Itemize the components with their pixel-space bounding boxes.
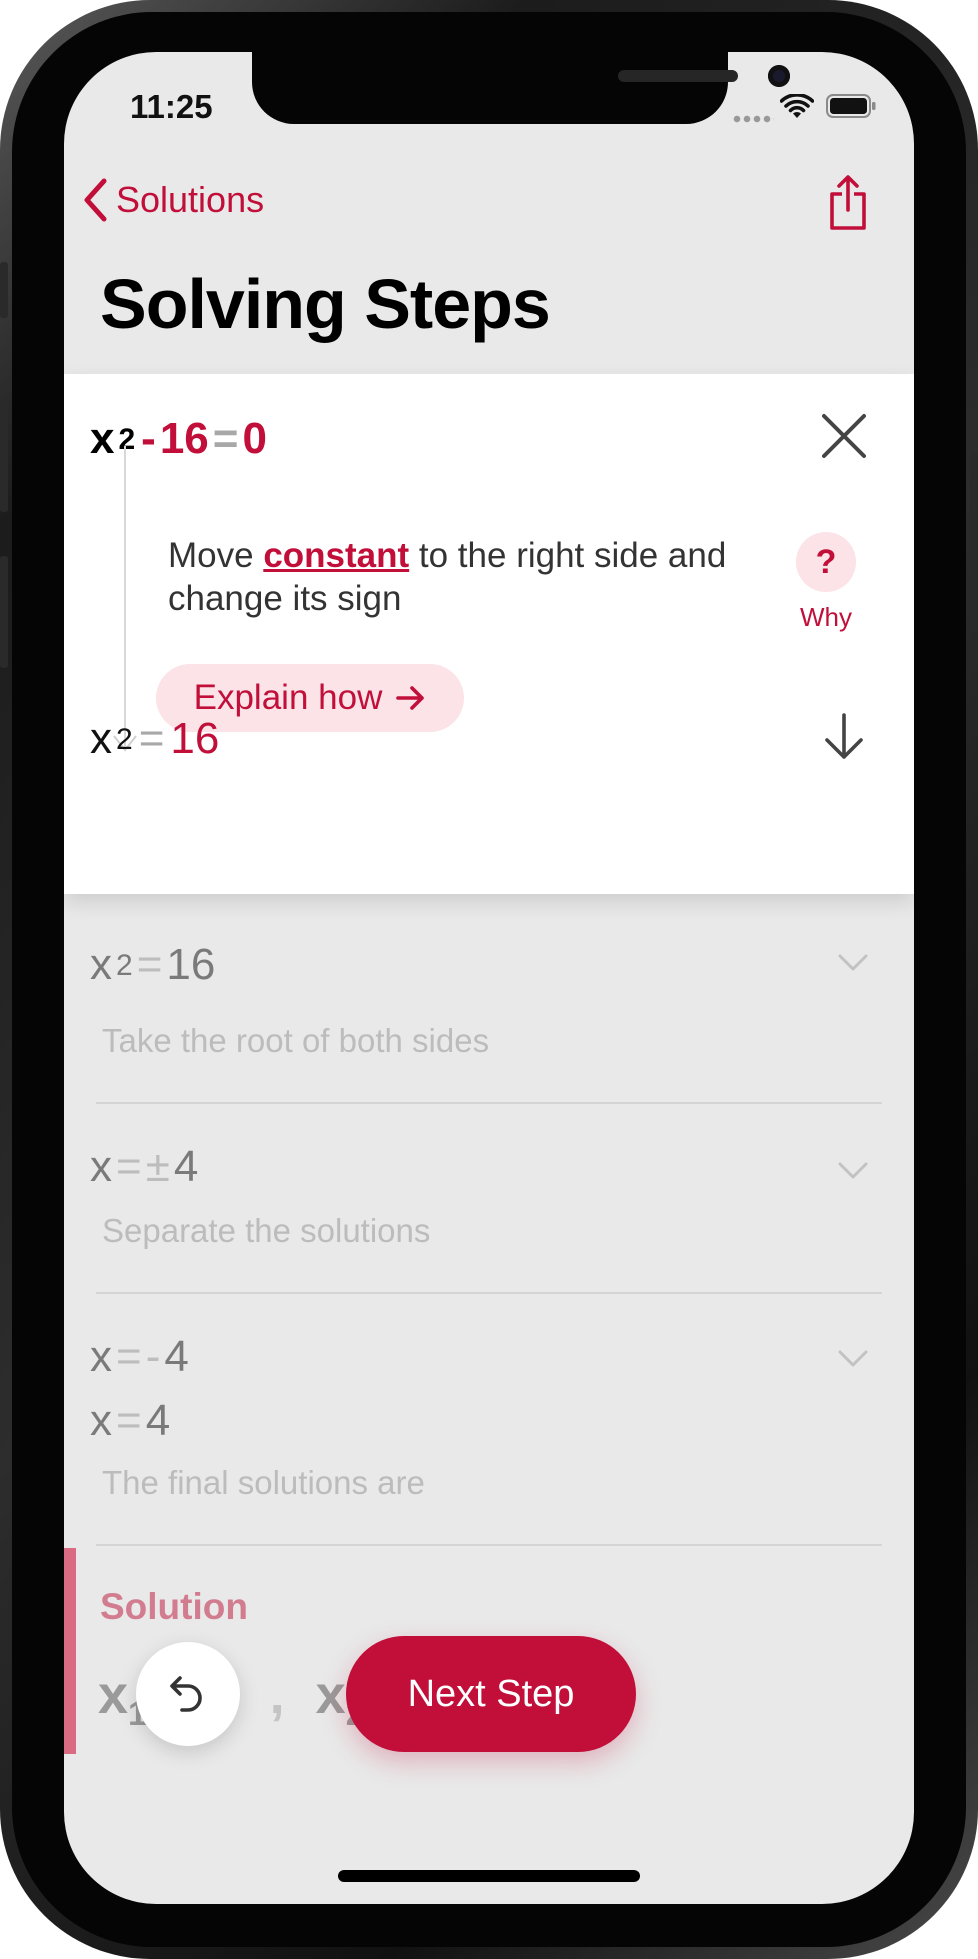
solution-label: Solution xyxy=(100,1586,248,1627)
step-description: Move constant to the right side and chan… xyxy=(168,536,727,618)
step-3-equation-1[interactable]: x = - 4 xyxy=(90,1332,189,1382)
current-step-card: x2 - 16 = 0 Move constant to the right s… xyxy=(64,374,914,894)
close-icon[interactable] xyxy=(820,412,868,460)
back-label: Solutions xyxy=(116,179,265,220)
next-step-button[interactable]: Next Step xyxy=(346,1636,636,1752)
volume-down-button xyxy=(0,556,8,668)
chevron-down-icon[interactable] xyxy=(838,954,868,972)
equation-after: x2 = 16 xyxy=(90,714,220,763)
divider xyxy=(96,1544,882,1546)
constant-link[interactable]: constant xyxy=(263,536,409,575)
chevron-left-icon xyxy=(84,178,107,222)
step-2-description: Separate the solutions xyxy=(102,1212,431,1249)
why-button[interactable]: ? xyxy=(796,532,856,592)
signal-dots-icon xyxy=(732,115,774,123)
page-title: Solving Steps xyxy=(100,265,551,343)
home-indicator xyxy=(338,1870,640,1882)
volume-up-button xyxy=(0,400,8,512)
step-1-description: Take the root of both sides xyxy=(102,1022,490,1059)
notch xyxy=(252,52,790,124)
camera xyxy=(768,65,790,87)
screen: 11:25 Solutions Solving Steps x2 - 16 = … xyxy=(64,52,914,1904)
undo-icon xyxy=(170,1676,202,1712)
step-3-equation-2[interactable]: x = 4 xyxy=(90,1396,170,1446)
solution-accent-bar xyxy=(64,1548,76,1754)
explain-how-label: Explain how xyxy=(193,678,383,717)
arrow-right-icon xyxy=(396,686,425,710)
power-button xyxy=(970,452,978,632)
undo-button[interactable] xyxy=(136,1642,240,1746)
step-connector xyxy=(124,446,126,746)
share-button[interactable] xyxy=(828,174,868,235)
step-3-description: The final solutions are xyxy=(102,1464,425,1501)
step-2-equation[interactable]: x = ± 4 xyxy=(90,1142,198,1192)
back-button[interactable]: Solutions xyxy=(82,178,264,222)
battery-icon xyxy=(826,94,876,118)
why-label: Why xyxy=(800,602,852,632)
wifi-icon xyxy=(780,94,814,118)
divider xyxy=(96,1292,882,1294)
status-time: 11:25 xyxy=(130,88,213,125)
question-icon: ? xyxy=(815,542,837,581)
step-1-equation[interactable]: x2 = 16 xyxy=(90,940,215,990)
divider xyxy=(96,1102,882,1104)
equation-before: x2 - 16 = 0 xyxy=(90,414,267,463)
arrow-down-icon[interactable] xyxy=(822,712,866,762)
chevron-down-icon[interactable] xyxy=(838,1162,868,1180)
mute-switch xyxy=(0,262,8,318)
share-icon xyxy=(830,175,866,230)
speaker xyxy=(618,70,738,82)
chevron-down-icon[interactable] xyxy=(838,1350,868,1368)
